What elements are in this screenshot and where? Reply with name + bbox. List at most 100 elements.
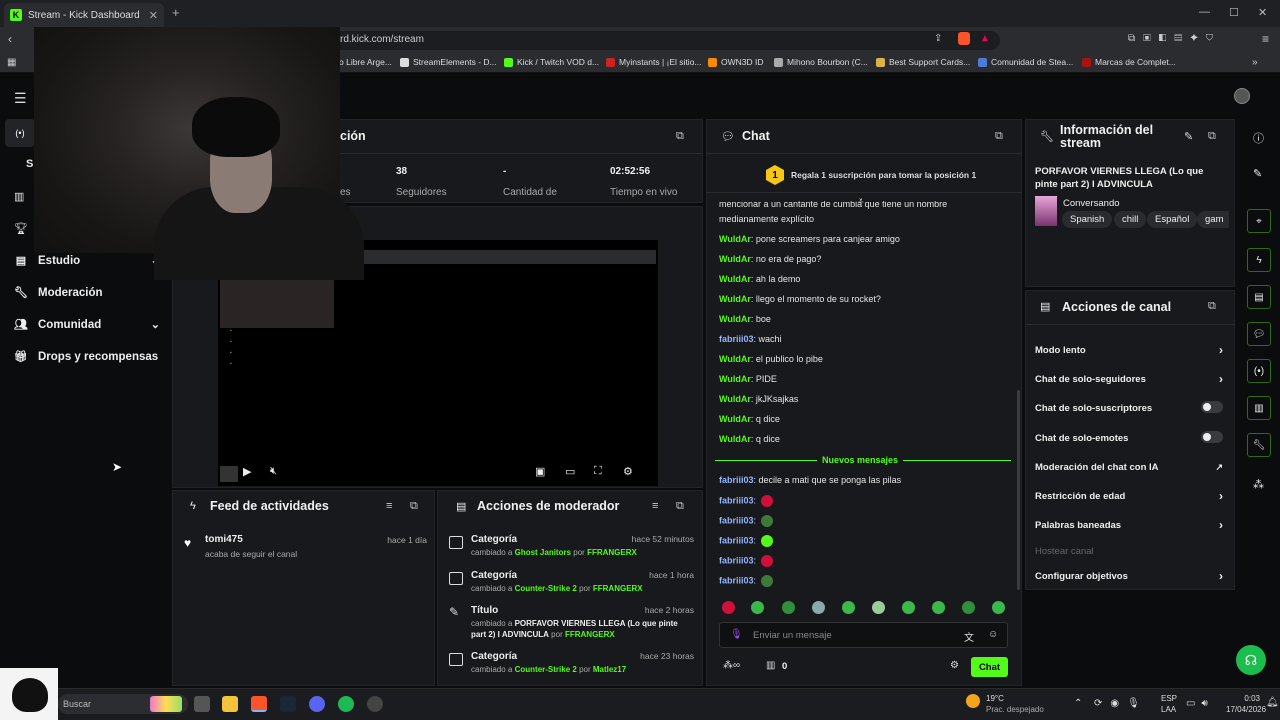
chat-username[interactable]: WuldAr: [719, 254, 751, 264]
bookmark-3[interactable]: Kick / Twitch VOD d...: [504, 57, 599, 67]
quick-emote-6[interactable]: [872, 601, 885, 614]
feed-user[interactable]: tomi475: [205, 534, 243, 545]
toggle-switch[interactable]: [1201, 401, 1223, 413]
channel-action-slow-mode[interactable]: Modo lento ›: [1035, 343, 1223, 357]
stats-nav-icon[interactable]: ▥: [14, 190, 24, 203]
channel-action-banned-words[interactable]: Palabras baneadas ›: [1035, 518, 1223, 532]
sidebar-item-comunidad[interactable]: 👥︎ Comunidad ⌄: [14, 318, 160, 332]
sub-gift-text[interactable]: Regala 1 suscripción para tomar la posic…: [791, 170, 976, 180]
play-icon[interactable]: ▶: [243, 465, 251, 478]
community-icon[interactable]: ⁂: [1253, 478, 1264, 491]
info-icon[interactable]: ⓘ: [1253, 130, 1264, 146]
channel-action-followers-only[interactable]: Chat de solo-seguidores ›: [1035, 372, 1223, 386]
detail-user[interactable]: FFRANGERX: [565, 630, 615, 639]
filter-icon[interactable]: ≡: [652, 500, 658, 512]
quick-emote-3[interactable]: [782, 601, 795, 614]
maximize-icon[interactable]: ☐: [1229, 6, 1239, 19]
spotify-icon[interactable]: [338, 696, 354, 712]
popout-icon[interactable]: ⧉: [995, 130, 1003, 143]
support-headset-icon[interactable]: ☊: [1236, 645, 1266, 675]
rail-button-bolt-icon[interactable]: ϟ: [1247, 248, 1271, 272]
popout-icon[interactable]: ⧉: [676, 130, 684, 143]
settings-gear-icon[interactable]: ⚙: [623, 465, 633, 478]
popout-icon[interactable]: ⧉: [1208, 130, 1216, 143]
points-icon[interactable]: ⁂∞: [723, 660, 740, 671]
chat-username[interactable]: WuldAr: [719, 414, 751, 424]
share-icon[interactable]: ⇪: [934, 33, 942, 44]
theater-icon[interactable]: ▭: [565, 465, 575, 478]
chat-username[interactable]: WuldAr: [719, 394, 751, 404]
brave-rewards-icon[interactable]: ▲: [980, 33, 990, 44]
chat-username[interactable]: WuldAr: [719, 374, 751, 384]
brave-shield-icon[interactable]: [958, 32, 970, 45]
quick-emote-4[interactable]: [812, 601, 825, 614]
bookmark-7[interactable]: Best Support Cards...: [876, 57, 970, 67]
close-tab-icon[interactable]: ✕: [149, 9, 158, 22]
network-volume-icons[interactable]: ▭🔊︎: [1186, 698, 1214, 709]
more-bookmarks-icon[interactable]: »: [1252, 57, 1258, 68]
chat-scrollbar[interactable]: [1017, 390, 1020, 590]
chat-username[interactable]: WuldAr: [719, 234, 751, 244]
quick-emote-8[interactable]: [932, 601, 945, 614]
chat-username[interactable]: WuldAr: [719, 434, 751, 444]
quick-emote-10[interactable]: [992, 601, 1005, 614]
stream-nav-icon[interactable]: (•): [5, 119, 35, 147]
quick-emote-1[interactable]: [722, 601, 735, 614]
chat-settings-icon[interactable]: ⚙: [950, 660, 959, 671]
store-icon[interactable]: ▥: [766, 660, 775, 671]
chat-username[interactable]: WuldAr: [719, 274, 751, 284]
detail-user[interactable]: FFRANGERX: [593, 584, 643, 593]
sidebar-item-drops[interactable]: 🎁︎ Drops y recompensas: [14, 350, 160, 364]
tag[interactable]: Español: [1147, 211, 1198, 228]
chat-username[interactable]: fabriii03: [719, 515, 754, 525]
edit-icon[interactable]: ✎: [1253, 167, 1262, 180]
mute-icon[interactable]: 🔇︎: [270, 465, 277, 478]
chat-username[interactable]: fabriii03: [719, 475, 754, 485]
quick-emote-5[interactable]: [842, 601, 855, 614]
chat-username[interactable]: fabriii03: [719, 555, 754, 565]
brave-browser-icon[interactable]: [251, 696, 267, 712]
popout-icon[interactable]: ⧉: [410, 500, 418, 513]
edit-pencil-icon[interactable]: ✎: [1184, 130, 1193, 143]
sidebar-item-estudio[interactable]: ▤ Estudio ⌄: [14, 254, 160, 268]
steam-icon[interactable]: [280, 696, 296, 712]
file-explorer-icon[interactable]: [222, 696, 238, 712]
quick-emote-7[interactable]: [902, 601, 915, 614]
bookmark-1[interactable]: o Libre Arge...: [339, 57, 392, 67]
detail-user[interactable]: FFRANGERX: [587, 548, 637, 557]
fullscreen-icon[interactable]: ⛶: [594, 465, 602, 478]
chat-username[interactable]: fabriii03: [719, 495, 754, 505]
discord-icon[interactable]: [309, 696, 325, 712]
channel-action-age-restriction[interactable]: Restricción de edad ›: [1035, 489, 1223, 503]
bookmark-9[interactable]: Marcas de Complet...: [1082, 57, 1176, 67]
bookmark-5[interactable]: OWN3D ID: [708, 57, 764, 67]
chat-username[interactable]: fabriii03: [719, 334, 754, 344]
filter-icon[interactable]: ≡: [386, 500, 392, 512]
bookmark-4[interactable]: Myinstants | ¡El sitio...: [606, 57, 702, 67]
new-tab-icon[interactable]: +: [172, 5, 180, 20]
rail-button-document-icon[interactable]: ▤: [1247, 285, 1271, 309]
quick-emote-2[interactable]: [751, 601, 764, 614]
close-window-icon[interactable]: ✕: [1258, 6, 1267, 19]
bookmark-6[interactable]: Mihono Bourbon (C...: [774, 57, 868, 67]
task-view-icon[interactable]: [194, 696, 210, 712]
apps-icon[interactable]: ▦: [7, 57, 16, 68]
user-avatar[interactable]: [1234, 88, 1250, 104]
tray-chevron-up-icon[interactable]: ⌃: [1074, 698, 1082, 709]
rail-button-chat-icon[interactable]: 💬︎: [1247, 322, 1271, 346]
sidebar-item-moderacion[interactable]: 🔧︎ Moderación: [14, 286, 160, 300]
popout-icon[interactable]: ⧉: [1208, 300, 1216, 313]
notification-bell-icon[interactable]: 🔔︎: [1266, 697, 1279, 708]
trophy-icon[interactable]: 🏆︎: [14, 222, 28, 235]
channel-action-ai-moderation[interactable]: Moderación del chat con IA ↗: [1035, 462, 1223, 473]
translate-icon[interactable]: 文: [964, 629, 974, 644]
hamburger-menu-icon[interactable]: ☰: [14, 90, 27, 107]
back-icon[interactable]: ‹: [8, 32, 12, 46]
obs-icon[interactable]: [367, 696, 383, 712]
send-chat-button[interactable]: Chat: [971, 657, 1008, 677]
extensions-icons[interactable]: ⧉▣◧▤✦⛉: [1128, 33, 1221, 44]
rail-button-broadcast-icon[interactable]: (•): [1247, 359, 1271, 383]
menu-icon[interactable]: ≡: [1262, 32, 1269, 46]
toggle-switch[interactable]: [1201, 431, 1223, 443]
emoji-icon[interactable]: ☺: [988, 629, 998, 640]
